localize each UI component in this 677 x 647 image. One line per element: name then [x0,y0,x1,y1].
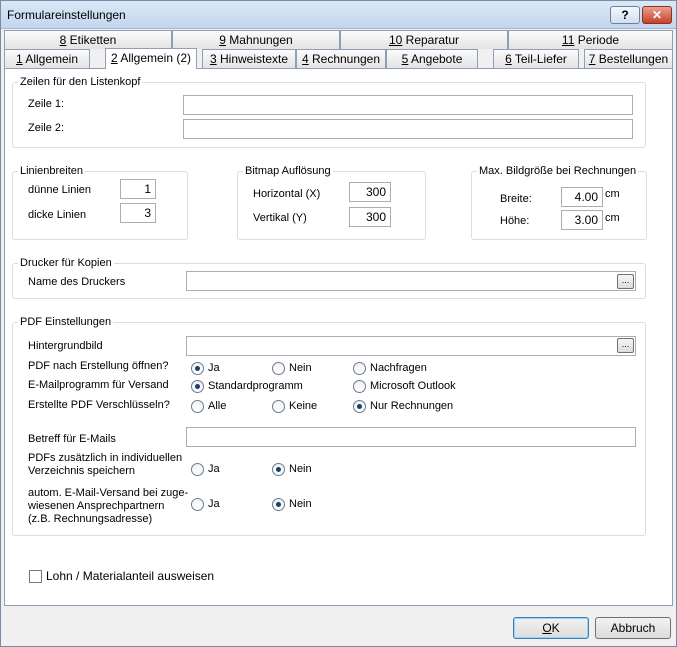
pdf-oeffnen-nein-radio[interactable]: Nein [272,361,312,375]
verschl-keine-radio[interactable]: Keine [272,399,317,413]
dialog-window: Formulareinstellungen ? ✕ 8 Etiketten 9 … [0,0,677,647]
lohn-materialanteil-checkbox[interactable]: Lohn / Materialanteil ausweisen [29,569,214,583]
zeile2-input[interactable] [183,119,633,139]
breite-input[interactable] [561,187,603,207]
zusaetzlich-label-line2: Verzeichnis speichern [28,465,136,477]
breite-unit: cm [605,188,620,200]
autom-ja-radio[interactable]: Ja [191,497,220,511]
tab-reparatur[interactable]: 10 Reparatur [340,30,508,49]
breite-label: Breite: [500,193,532,205]
pdf-oeffnen-nachfragen-radio[interactable]: Nachfragen [353,361,427,375]
radio-standard-indicator [191,379,204,393]
drucker-name-label: Name des Druckers [28,276,126,288]
autom-label-line1: autom. E-Mail-Versand bei zuge- [28,487,189,499]
horizontal-label: Horizontal (X) [253,188,321,200]
tab-allgemein[interactable]: 1 Allgemein [4,49,90,68]
drucker-browse-button[interactable]: ... [617,274,634,289]
help-button[interactable]: ? [610,6,640,24]
group-bildgroesse-legend: Max. Bildgröße bei Rechnungen [479,165,637,177]
hintergrundbild-browse-button[interactable]: ... [617,338,634,353]
verschl-nur-rechnungen-radio[interactable]: Nur Rechnungen [353,399,453,413]
drucker-name-input[interactable] [186,271,636,291]
radio-alle-indicator [191,399,204,413]
vertikal-label: Vertikal (Y) [253,212,307,224]
tab-etiketten[interactable]: 8 Etiketten [4,30,172,49]
pdf-oeffnen-label: PDF nach Erstellung öffnen? [28,360,169,372]
hoehe-input[interactable] [561,210,603,230]
hintergrundbild-input[interactable] [186,336,636,356]
email-outlook-radio[interactable]: Microsoft Outlook [353,379,456,393]
email-programm-label: E-Mailprogramm für Versand [28,379,169,391]
email-standard-radio[interactable]: Standardprogramm [191,379,303,393]
radio-autom-nein-indicator [272,497,285,511]
zusaetzlich-label-line1: PDFs zusätzlich in individuellen [28,452,183,464]
tab-hinweistexte[interactable]: 3 Hinweistexte [202,49,296,68]
radio-outlook-indicator [353,379,366,393]
radio-nein-indicator [272,361,285,375]
tab-allgemein-2[interactable]: 2 Allgemein (2) [105,48,197,69]
tab-angebote[interactable]: 5 Angebote [386,49,478,68]
zeile2-label: Zeile 2: [28,122,65,134]
checkbox-box [29,569,42,583]
betreff-label: Betreff für E-Mails [28,433,116,445]
radio-autom-ja-indicator [191,497,204,511]
group-linienbreiten: Linienbreiten [12,165,188,240]
tab-bestellungen[interactable]: 7 Bestellungen [584,49,673,68]
tab-panel: Zeilen für den Listenkopf Zeile 1: Zeile… [4,68,673,606]
radio-nur-rechnungen-indicator [353,399,366,413]
window-title: Formulareinstellungen [7,8,126,22]
autom-label-line2: wiesenen Ansprechpartnern [28,500,165,512]
verschl-alle-radio[interactable]: Alle [191,399,226,413]
betreff-input[interactable] [186,427,636,447]
radio-zusaetzlich-ja-indicator [191,462,204,476]
group-drucker-legend: Drucker für Kopien [20,257,112,269]
duenne-linien-input[interactable] [120,179,156,199]
tab-periode[interactable]: 11 Periode [508,30,673,49]
tab-teil-liefer[interactable]: 6 Teil-Liefer [493,49,579,68]
ok-button[interactable]: OK [513,617,589,639]
zusaetzlich-ja-radio[interactable]: Ja [191,462,220,476]
zeile1-label: Zeile 1: [28,98,65,110]
hoehe-unit: cm [605,212,620,224]
dicke-linien-label: dicke Linien [28,209,87,221]
group-bitmap-legend: Bitmap Auflösung [245,165,331,177]
hintergrundbild-label: Hintergrundbild [28,340,103,352]
tab-rechnungen[interactable]: 4 Rechnungen [296,49,386,68]
radio-zusaetzlich-nein-indicator [272,462,285,476]
radio-ja-indicator [191,361,204,375]
group-linienbreiten-legend: Linienbreiten [20,165,83,177]
horizontal-input[interactable] [349,182,391,202]
zusaetzlich-nein-radio[interactable]: Nein [272,462,312,476]
autom-label-line3: (z.B. Rechnungsadresse) [28,513,153,525]
verschluesseln-label: Erstellte PDF Verschlüsseln? [28,399,170,411]
group-bildgroesse: Max. Bildgröße bei Rechnungen [471,165,647,240]
group-listenkopf-legend: Zeilen für den Listenkopf [20,76,141,88]
autom-nein-radio[interactable]: Nein [272,497,312,511]
duenne-linien-label: dünne Linien [28,184,92,196]
group-bitmap: Bitmap Auflösung [237,165,426,240]
pdf-oeffnen-ja-radio[interactable]: Ja [191,361,220,375]
tab-mahnungen[interactable]: 9 Mahnungen [172,30,340,49]
title-bar[interactable]: Formulareinstellungen ? ✕ [1,1,676,29]
vertikal-input[interactable] [349,207,391,227]
close-button[interactable]: ✕ [642,6,672,24]
zeile1-input[interactable] [183,95,633,115]
cancel-button[interactable]: Abbruch [595,617,671,639]
group-pdf-legend: PDF Einstellungen [20,316,112,328]
dicke-linien-input[interactable] [120,203,156,223]
hoehe-label: Höhe: [500,215,530,227]
radio-keine-indicator [272,399,285,413]
radio-nachfragen-indicator [353,361,366,375]
